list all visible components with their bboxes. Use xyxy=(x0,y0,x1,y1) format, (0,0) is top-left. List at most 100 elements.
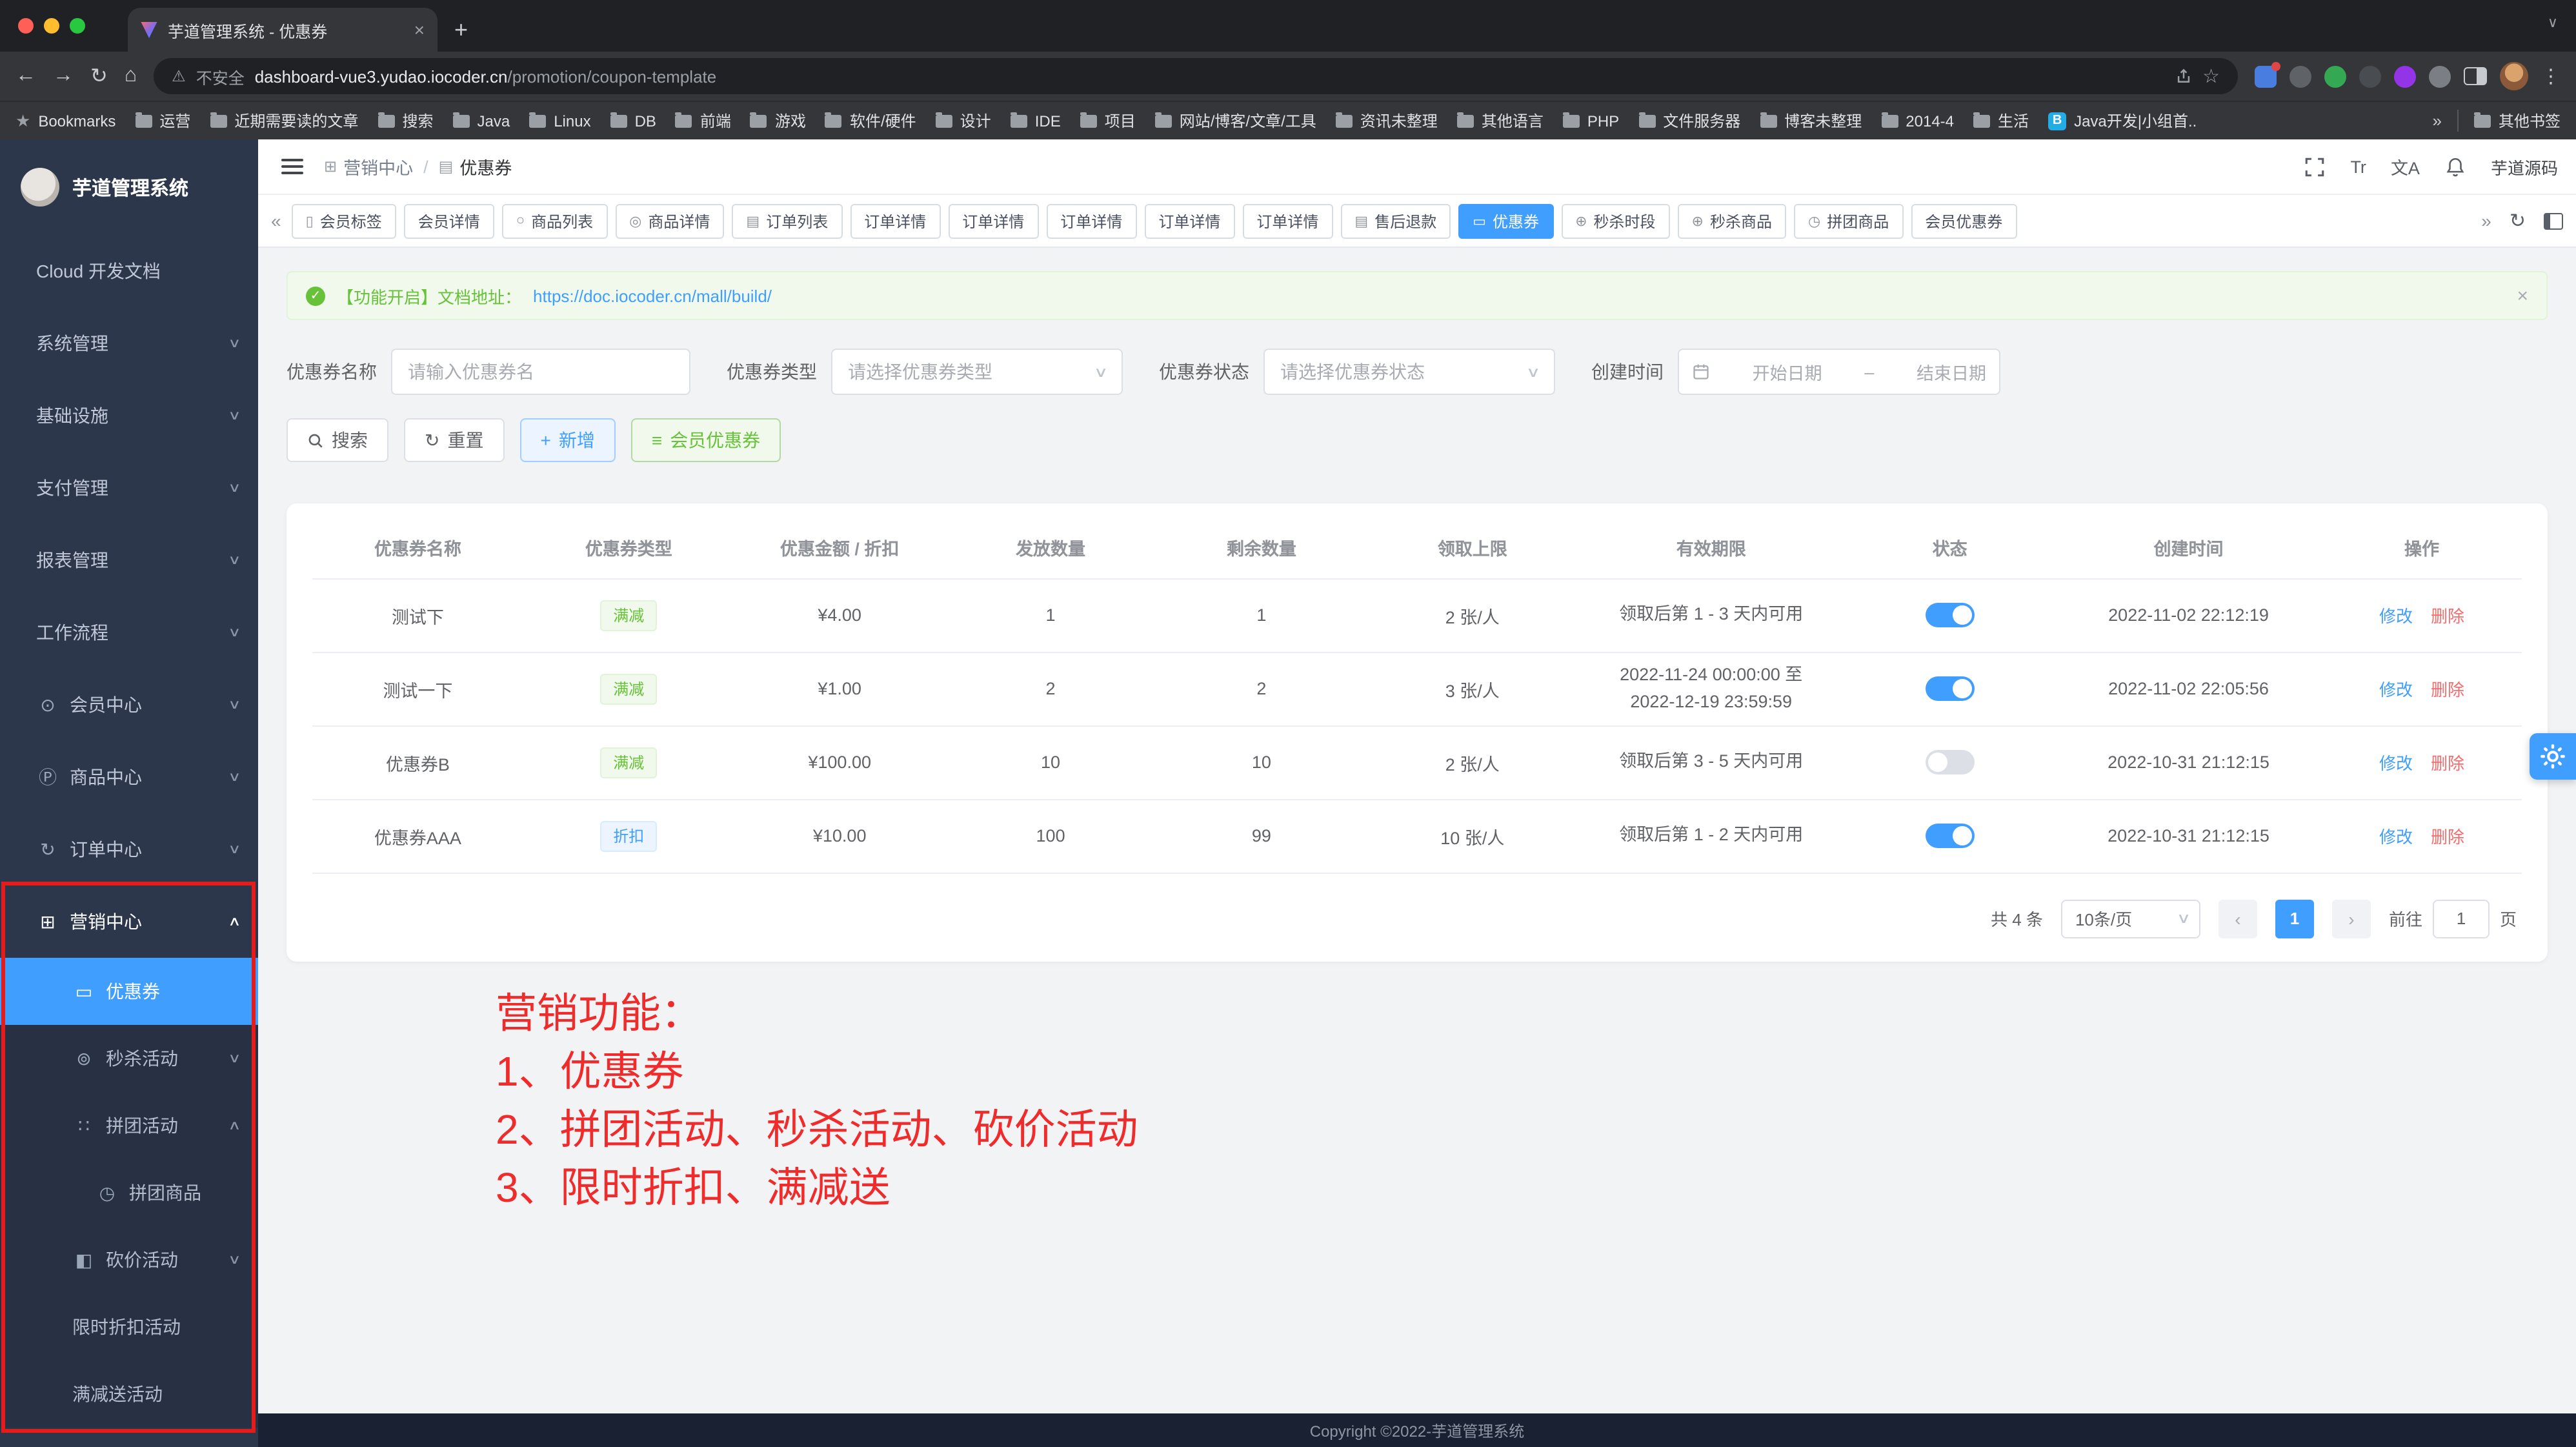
tab-order-detail-5[interactable]: 订单详情 xyxy=(1242,203,1333,238)
extension-icon[interactable] xyxy=(2289,65,2311,87)
tab-search-icon[interactable]: ∨ xyxy=(2548,14,2558,31)
goto-page-input[interactable] xyxy=(2433,899,2490,938)
sidebar-item-workflow[interactable]: 工作流程∨ xyxy=(0,596,258,669)
alert-close-icon[interactable]: × xyxy=(2517,285,2528,307)
minimize-window-button[interactable] xyxy=(44,18,59,34)
reload-icon[interactable]: ↻ xyxy=(90,63,108,89)
tab-product-list[interactable]: ○商品列表 xyxy=(502,203,607,238)
browser-tab[interactable]: 芋道管理系统 - 优惠券 × xyxy=(128,8,438,52)
delete-link[interactable]: 删除 xyxy=(2431,680,2464,700)
sidebar-item-seckill[interactable]: ⊚秒杀活动∨ xyxy=(0,1025,258,1092)
tab-product-detail[interactable]: ◎商品详情 xyxy=(615,203,724,238)
sidebar-item-promotion-center[interactable]: ⊞营销中心∧ xyxy=(0,885,258,958)
sidebar-item-report[interactable]: 报表管理∨ xyxy=(0,524,258,596)
bookmark-folder-item[interactable]: DB xyxy=(610,112,656,130)
coupon-status-select[interactable]: 请选择优惠券状态 ∨ xyxy=(1263,349,1555,395)
sidebar-item-product-center[interactable]: Ⓟ商品中心∨ xyxy=(0,741,258,813)
maximize-window-button[interactable] xyxy=(70,18,85,34)
bookmark-folder-item[interactable]: 前端 xyxy=(676,110,731,132)
extension-icon[interactable] xyxy=(2324,65,2346,87)
delete-link[interactable]: 删除 xyxy=(2431,607,2464,626)
tab-seckill-product[interactable]: ⊕秒杀商品 xyxy=(1678,203,1786,238)
sidebar-item-groupbuy[interactable]: ∷拼团活动∧ xyxy=(0,1092,258,1159)
coupon-name-input[interactable] xyxy=(391,349,690,395)
reset-button[interactable]: ↻ 重置 xyxy=(404,418,504,462)
add-coupon-button[interactable]: + 新增 xyxy=(519,418,615,462)
tab-refund[interactable]: ▤售后退款 xyxy=(1340,203,1451,238)
sidebar-item-system[interactable]: 系统管理∨ xyxy=(0,307,258,379)
next-page-button[interactable]: › xyxy=(2332,899,2371,938)
sidebar-item-bargain[interactable]: ◧砍价活动∨ xyxy=(0,1226,258,1293)
tags-scroll-right-icon[interactable]: » xyxy=(2481,210,2491,231)
member-coupon-button[interactable]: ≡ 会员优惠券 xyxy=(631,418,781,462)
page-size-select[interactable]: 10条/页 ∨ xyxy=(2061,899,2200,938)
edit-link[interactable]: 修改 xyxy=(2379,680,2413,700)
extension-icon[interactable] xyxy=(2359,65,2381,87)
tags-scroll-left-icon[interactable]: « xyxy=(271,210,281,231)
extension-icon[interactable] xyxy=(2429,65,2451,87)
bookmark-folder-item[interactable]: 网站/博客/文章/工具 xyxy=(1155,110,1316,132)
bell-icon[interactable] xyxy=(2444,156,2466,177)
browser-menu-icon[interactable]: ⋮ xyxy=(2541,65,2561,88)
extension-icon[interactable] xyxy=(2394,65,2416,87)
bookmark-folder-item[interactable]: 博客未整理 xyxy=(1760,110,1862,132)
current-page-button[interactable]: 1 xyxy=(2275,899,2314,938)
refresh-page-icon[interactable]: ↻ xyxy=(2510,209,2526,232)
tab-member-coupon[interactable]: 会员优惠券 xyxy=(1911,203,2017,238)
status-toggle[interactable] xyxy=(1926,750,1975,774)
sidebar-item-full-reduction[interactable]: 满减送活动 xyxy=(0,1361,258,1428)
app-logo[interactable]: 芋道管理系统 xyxy=(0,139,258,235)
alert-doc-link[interactable]: https://doc.iocoder.cn/mall/build/ xyxy=(533,286,772,305)
home-icon[interactable]: ⌂ xyxy=(125,65,137,88)
status-toggle[interactable] xyxy=(1926,824,1975,848)
sidebar-item-order-center[interactable]: ↻订单中心∨ xyxy=(0,813,258,885)
other-bookmarks-item[interactable]: 其他书签 xyxy=(2457,110,2561,132)
bookmark-site-item[interactable]: B Java开发|小组首.. xyxy=(2048,110,2197,132)
prev-page-button[interactable]: ‹ xyxy=(2219,899,2257,938)
translate-icon[interactable]: 文A xyxy=(2391,154,2420,179)
font-size-icon[interactable]: Tr xyxy=(2350,157,2366,176)
create-time-range-picker[interactable]: 开始日期 – 结束日期 xyxy=(1678,349,2000,395)
bookmark-folder-item[interactable]: 生活 xyxy=(1973,110,2029,132)
coupon-type-select[interactable]: 请选择优惠券类型 ∨ xyxy=(831,349,1123,395)
status-toggle[interactable] xyxy=(1926,603,1975,627)
bookmark-folder-item[interactable]: 项目 xyxy=(1080,110,1136,132)
collapse-menu-icon[interactable] xyxy=(281,159,303,174)
bookmark-folder-item[interactable]: 运营 xyxy=(135,110,190,132)
bookmark-folder-item[interactable]: 资讯未整理 xyxy=(1336,110,1438,132)
address-bar[interactable]: ⚠ 不安全 dashboard-vue3.yudao.iocoder.cn/pr… xyxy=(154,58,2238,94)
settings-fab-button[interactable] xyxy=(2530,733,2576,780)
bookmarks-overflow-chevron[interactable]: » xyxy=(2433,111,2442,130)
breadcrumb-item[interactable]: ⊞ 营销中心 xyxy=(324,154,413,179)
close-window-button[interactable] xyxy=(18,18,34,34)
status-toggle[interactable] xyxy=(1926,676,1975,701)
username[interactable]: 芋道源码 xyxy=(2491,154,2558,179)
delete-link[interactable]: 删除 xyxy=(2431,754,2464,773)
forward-icon[interactable]: → xyxy=(53,65,74,88)
bookmark-folder-item[interactable]: 搜索 xyxy=(377,110,433,132)
sidebar-item-cloud-docs[interactable]: Cloud 开发文档 xyxy=(0,235,258,307)
side-panel-icon[interactable] xyxy=(2464,67,2487,85)
bookmark-folder-item[interactable]: 近期需要读的文章 xyxy=(210,110,358,132)
tab-seckill-time[interactable]: ⊕秒杀时段 xyxy=(1561,203,1669,238)
tab-order-detail-2[interactable]: 订单详情 xyxy=(948,203,1038,238)
sidebar-item-payment[interactable]: 支付管理∨ xyxy=(0,452,258,524)
bookmark-folder-item[interactable]: IDE xyxy=(1011,112,1061,130)
sidebar-item-member-center[interactable]: ⊙会员中心∨ xyxy=(0,669,258,741)
tab-order-detail-3[interactable]: 订单详情 xyxy=(1046,203,1136,238)
bookmark-folder-item[interactable]: 设计 xyxy=(936,110,991,132)
tab-member-detail[interactable]: 会员详情 xyxy=(404,203,494,238)
layout-panel-icon[interactable] xyxy=(2544,212,2563,229)
bookmark-folder-item[interactable]: 文件服务器 xyxy=(1638,110,1740,132)
bookmark-folder-item[interactable]: 软件/硬件 xyxy=(825,110,916,132)
edit-link[interactable]: 修改 xyxy=(2379,607,2413,626)
sidebar-item-coupon[interactable]: ▭优惠券 xyxy=(0,958,258,1025)
new-tab-button[interactable]: + xyxy=(454,15,468,44)
bookmark-folder-item[interactable]: PHP xyxy=(1563,112,1619,130)
tab-member-tag[interactable]: ▯会员标签 xyxy=(292,203,396,238)
delete-link[interactable]: 删除 xyxy=(2431,827,2464,847)
sidebar-item-groupbuy-product[interactable]: ◷拼团商品 xyxy=(0,1159,258,1226)
bookmarks-manager-item[interactable]: ★ Bookmarks xyxy=(15,110,116,131)
sidebar-item-time-discount[interactable]: 限时折扣活动 xyxy=(0,1293,258,1361)
search-button[interactable]: 搜索 xyxy=(287,418,388,462)
